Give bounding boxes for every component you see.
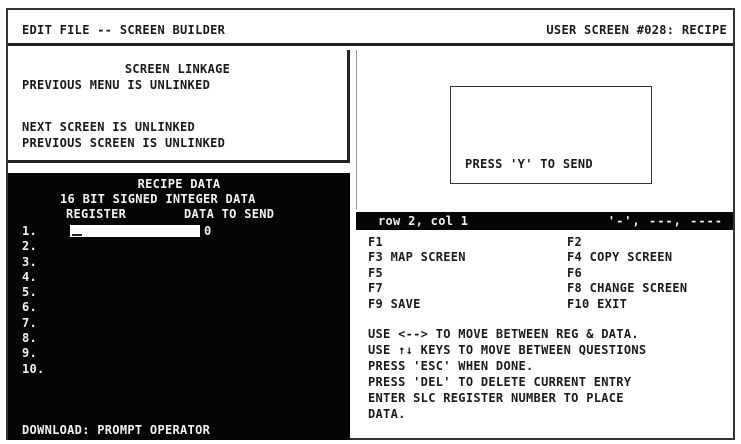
key-row: F7 F8 CHANGE SCREEN bbox=[368, 281, 730, 296]
screen-title: USER SCREEN #028: RECIPE bbox=[546, 23, 727, 37]
data-column-header: DATA TO SEND bbox=[184, 207, 275, 221]
recipe-row[interactable]: 8. bbox=[22, 331, 45, 346]
help-line: USE ↑↓ KEYS TO MOVE BETWEEN QUESTIONS bbox=[368, 343, 647, 357]
row-number: 7. bbox=[22, 315, 38, 330]
screen-builder-window: EDIT FILE -- SCREEN BUILDER USER SCREEN … bbox=[0, 0, 741, 444]
next-screen-status: NEXT SCREEN IS UNLINKED bbox=[22, 120, 196, 134]
screen-linkage-panel: SCREEN LINKAGE PREVIOUS MENU IS UNLINKED… bbox=[8, 50, 350, 163]
text-cursor bbox=[72, 234, 82, 236]
row-number: 8. bbox=[22, 331, 38, 346]
copy-screen-key[interactable]: F4 COPY SCREEN bbox=[567, 250, 672, 264]
recipe-title: RECIPE DATA bbox=[137, 177, 221, 191]
function-keys: F1 F2 F3 MAP SCREEN F4 COPY SCREEN F5 F6… bbox=[368, 235, 730, 312]
download-mode: DOWNLOAD: PROMPT OPERATOR bbox=[22, 423, 211, 437]
row-number: 3. bbox=[22, 254, 38, 269]
status-bar: row 2, col 1 '-', ---, ---- bbox=[356, 212, 733, 230]
f1-key[interactable]: F1 bbox=[368, 235, 383, 249]
recipe-row[interactable]: 10. bbox=[22, 362, 45, 377]
prompt-preview-area: PRESS 'Y' TO SEND bbox=[356, 50, 733, 210]
row-number: 10. bbox=[22, 361, 45, 376]
title-bar: EDIT FILE -- SCREEN BUILDER USER SCREEN … bbox=[8, 10, 733, 46]
key-row: F5 F6 bbox=[368, 266, 730, 281]
help-text: USE <--> TO MOVE BETWEEN REG & DATA. USE… bbox=[368, 327, 646, 423]
prompt-box[interactable]: PRESS 'Y' TO SEND bbox=[450, 86, 652, 184]
change-screen-key[interactable]: F8 CHANGE SCREEN bbox=[567, 281, 687, 295]
recipe-row[interactable]: 1. 0 bbox=[22, 224, 211, 239]
row-number: 2. bbox=[22, 239, 38, 254]
recipe-row[interactable]: 7. bbox=[22, 316, 45, 331]
recipe-row[interactable]: 3. bbox=[22, 255, 45, 270]
exit-key[interactable]: F10 EXIT bbox=[567, 297, 627, 311]
recipe-row[interactable]: 5. bbox=[22, 285, 45, 300]
key-row: F9 SAVE F10 EXIT bbox=[368, 297, 730, 312]
prompt-text: PRESS 'Y' TO SEND bbox=[465, 157, 593, 171]
app-title: EDIT FILE -- SCREEN BUILDER bbox=[22, 23, 226, 37]
row-number: 9. bbox=[22, 346, 38, 361]
recipe-subtitle: 16 BIT SIGNED INTEGER DATA bbox=[60, 192, 256, 206]
f5-key[interactable]: F5 bbox=[368, 266, 383, 280]
row-number: 6. bbox=[22, 300, 38, 315]
register-input[interactable] bbox=[70, 225, 200, 237]
f2-key[interactable]: F2 bbox=[567, 235, 582, 249]
row-number: 5. bbox=[22, 285, 38, 300]
recipe-rows: 1. 0 2. 3. 4. 5. 6. 7. 8. 9. 10. bbox=[22, 224, 211, 377]
previous-menu-status: PREVIOUS MENU IS UNLINKED bbox=[22, 78, 211, 92]
row-number: 4. bbox=[22, 269, 38, 284]
f7-key[interactable]: F7 bbox=[368, 281, 383, 295]
data-value[interactable]: 0 bbox=[204, 224, 212, 238]
previous-screen-status: PREVIOUS SCREEN IS UNLINKED bbox=[22, 136, 226, 150]
register-column-header: REGISTER bbox=[66, 207, 127, 221]
help-line: PRESS 'ESC' WHEN DONE. bbox=[368, 359, 534, 373]
recipe-row[interactable]: 2. bbox=[22, 239, 45, 254]
help-line: PRESS 'DEL' TO DELETE CURRENT ENTRY bbox=[368, 375, 632, 389]
help-line: USE <--> TO MOVE BETWEEN REG & DATA. bbox=[368, 327, 639, 341]
recipe-data-panel: RECIPE DATA 16 BIT SIGNED INTEGER DATA R… bbox=[8, 173, 350, 440]
key-row: F1 F2 bbox=[368, 235, 730, 250]
help-line: ENTER SLC REGISTER NUMBER TO PLACE bbox=[368, 391, 624, 405]
map-screen-key[interactable]: F3 MAP SCREEN bbox=[368, 250, 466, 264]
recipe-row[interactable]: 4. bbox=[22, 270, 45, 285]
f6-key[interactable]: F6 bbox=[567, 266, 582, 280]
key-row: F3 MAP SCREEN F4 COPY SCREEN bbox=[368, 250, 730, 265]
recipe-row[interactable]: 6. bbox=[22, 300, 45, 315]
linkage-title: SCREEN LINKAGE bbox=[124, 62, 231, 76]
cursor-position: row 2, col 1 bbox=[378, 214, 469, 228]
save-key[interactable]: F9 SAVE bbox=[368, 297, 421, 311]
status-marks: '-', ---, ---- bbox=[607, 214, 723, 228]
recipe-row[interactable]: 9. bbox=[22, 346, 45, 361]
row-number: 1. bbox=[22, 224, 38, 238]
help-line: DATA. bbox=[368, 407, 406, 421]
